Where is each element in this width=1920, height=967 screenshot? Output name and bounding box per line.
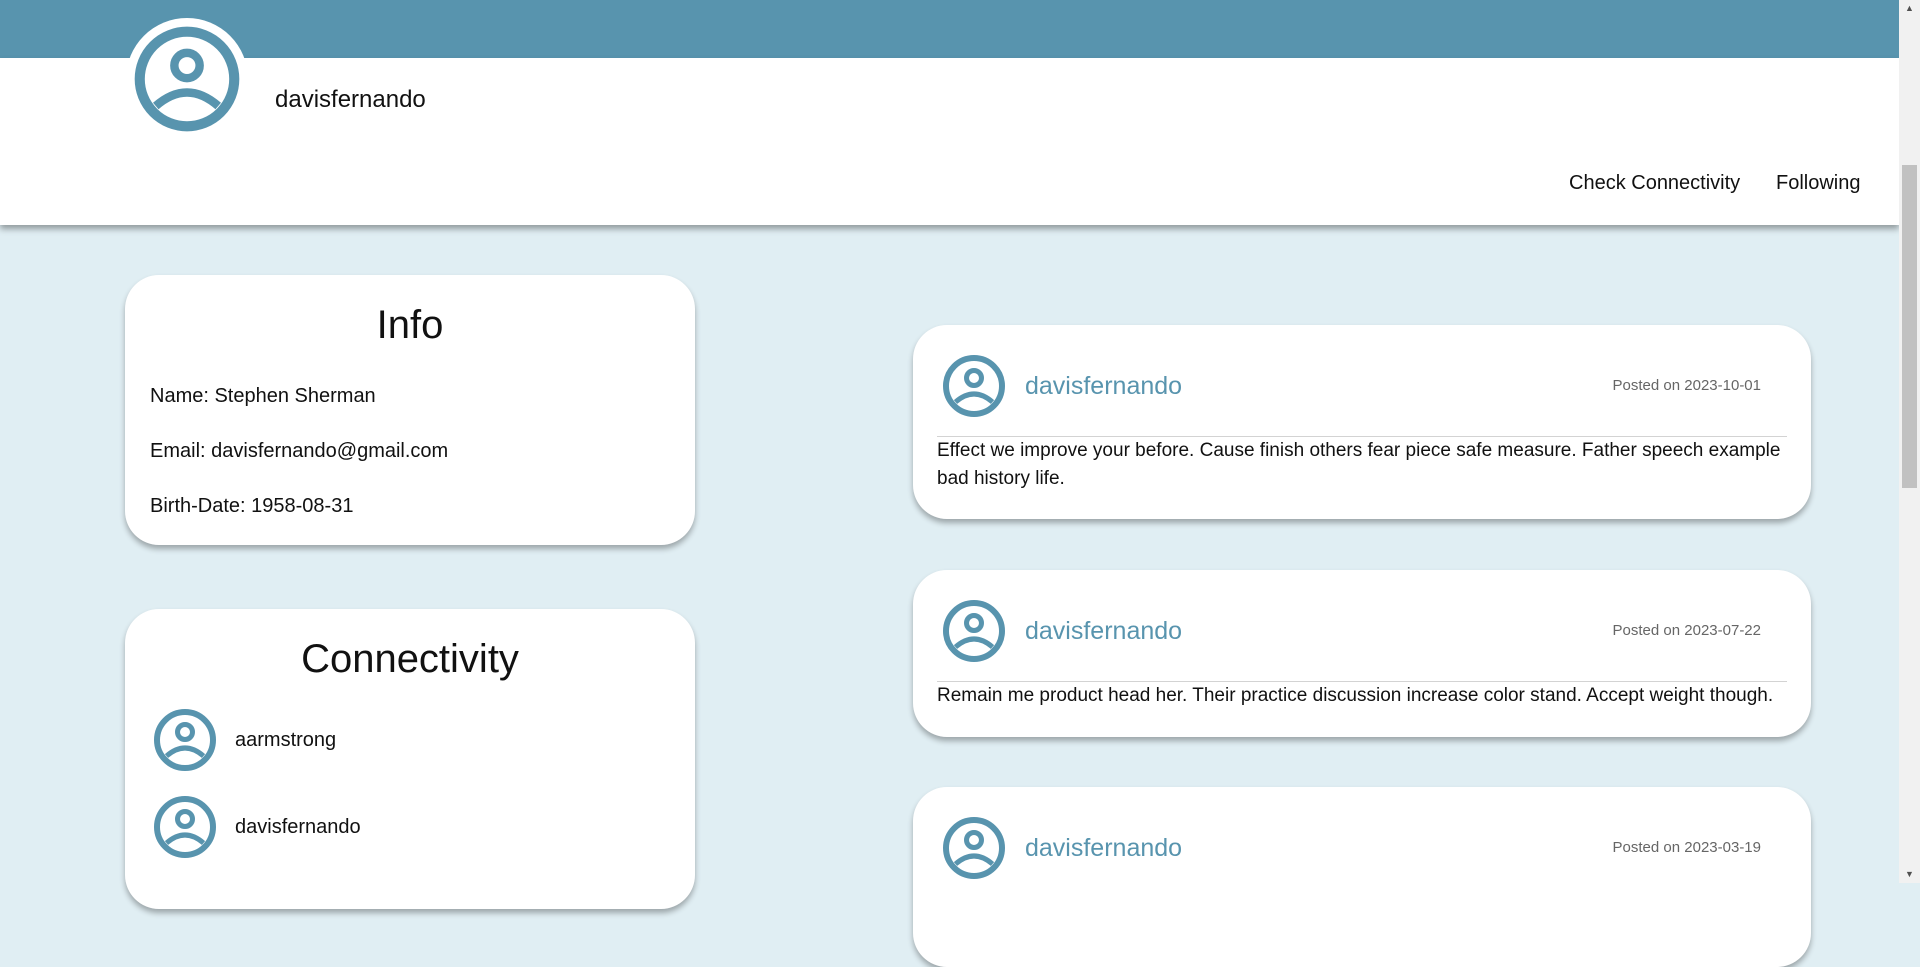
profile-username: davisfernando [275,86,426,113]
connection-name: aarmstrong [235,728,337,751]
info-email: Email: davisfernando@gmail.com [150,440,449,462]
scroll-up-arrow-icon[interactable]: ▲ [1899,0,1920,17]
post-card: davisfernando Posted on 2023-03-19 [913,787,1811,967]
post-date: Posted on 2023-03-19 [1612,839,1761,856]
user-circle-icon [154,709,216,771]
connectivity-card: Connectivity aarmstrong davisfernando [125,609,695,909]
post-card: davisfernando Posted on 2023-07-22 Remai… [913,570,1811,737]
scrollbar-thumb[interactable] [1902,165,1917,488]
user-circle-icon [154,796,216,858]
following-link[interactable]: Following [1776,172,1860,195]
user-circle-icon [943,600,1005,662]
post-date: Posted on 2023-10-01 [1612,377,1761,394]
post-username[interactable]: davisfernando [1025,617,1182,646]
user-circle-icon [943,817,1005,879]
connection-item[interactable]: davisfernando [153,795,361,859]
post-date: Posted on 2023-07-22 [1612,622,1761,639]
post-username[interactable]: davisfernando [1025,372,1182,401]
top-banner [0,0,1899,58]
info-name: Name: Stephen Sherman [150,385,376,407]
post-header: davisfernando [942,816,1182,880]
profile-header [0,58,1899,225]
profile-avatar [126,18,248,140]
info-birth-date: Birth-Date: 1958-08-31 [150,495,354,517]
post-body: Remain me product head her. Their practi… [937,685,1774,706]
post-header: davisfernando [942,354,1182,418]
info-card: Info Name: Stephen Sherman Email: davisf… [125,275,695,545]
post-card: davisfernando Posted on 2023-10-01 Effec… [913,325,1811,519]
page-scrollbar[interactable]: ▲ ▼ [1899,0,1920,883]
scroll-down-arrow-icon[interactable]: ▼ [1899,866,1920,883]
post-body: Effect we improve your before. Cause fin… [937,440,1781,489]
user-circle-icon [943,355,1005,417]
connection-name: davisfernando [235,815,361,838]
info-title: Info [376,303,444,347]
check-connectivity-link[interactable]: Check Connectivity [1569,172,1740,195]
connection-item[interactable]: aarmstrong [153,708,336,772]
connectivity-title: Connectivity [301,637,519,681]
post-header: davisfernando [942,599,1182,663]
user-circle-icon [134,26,240,132]
post-username[interactable]: davisfernando [1025,834,1182,863]
